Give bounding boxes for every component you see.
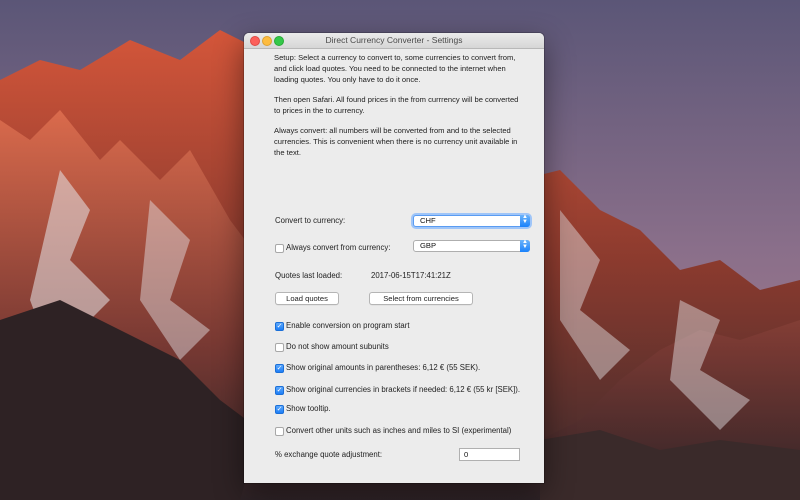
always-convert-label: Always convert from currency: — [286, 243, 391, 252]
always-convert-instructions: Always convert: all numbers will be conv… — [274, 126, 518, 157]
always-convert-currency-value: GBP — [420, 241, 437, 250]
option-checkbox-show-parentheses[interactable]: ✓ — [275, 364, 284, 373]
adjustment-input[interactable]: 0 — [459, 448, 520, 461]
always-convert-currency-select[interactable]: GBP ▲ ▼ — [413, 239, 530, 252]
option-label-show-parentheses: Show original amounts in parentheses: 6,… — [286, 363, 481, 372]
option-label-show-brackets: Show original currencies in brackets if … — [286, 385, 521, 394]
updown-chevron-icon: ▲ ▼ — [520, 239, 530, 252]
safari-instructions: Then open Safari. All found prices in th… — [274, 95, 519, 115]
setup-instructions: Setup: Select a currency to convert to, … — [274, 53, 516, 84]
select-from-currencies-button[interactable]: Select from currencies — [369, 292, 473, 305]
title-bar[interactable]: Direct Currency Converter - Settings — [244, 33, 544, 49]
convert-to-label: Convert to currency: — [275, 216, 346, 225]
updown-chevron-icon: ▲ ▼ — [520, 214, 530, 227]
quotes-last-loaded-value: 2017-06-15T17:41:21Z — [371, 271, 451, 280]
load-quotes-button[interactable]: Load quotes — [275, 292, 339, 305]
settings-content: Setup: Select a currency to convert to, … — [244, 49, 544, 483]
convert-to-currency-select[interactable]: CHF ▲ ▼ — [413, 214, 530, 227]
option-label-enable-on-start: Enable conversion on program start — [286, 321, 410, 330]
always-convert-checkbox[interactable] — [275, 244, 284, 253]
option-checkbox-show-brackets[interactable]: ✓ — [275, 386, 284, 395]
quotes-last-loaded-label: Quotes last loaded: — [275, 271, 343, 280]
option-checkbox-show-tooltip[interactable]: ✓ — [275, 405, 284, 414]
option-label-no-subunits: Do not show amount subunits — [286, 342, 389, 351]
option-label-show-tooltip: Show tooltip. — [286, 404, 331, 413]
option-checkbox-enable-on-start[interactable]: ✓ — [275, 322, 284, 331]
option-checkbox-no-subunits[interactable] — [275, 343, 284, 352]
option-label-convert-units: Convert other units such as inches and m… — [286, 426, 512, 435]
option-checkbox-convert-units[interactable] — [275, 427, 284, 436]
settings-window: Direct Currency Converter - Settings Set… — [244, 33, 544, 483]
adjustment-label: % exchange quote adjustment: — [275, 450, 383, 459]
convert-to-currency-value: CHF — [420, 216, 436, 225]
window-title: Direct Currency Converter - Settings — [325, 35, 463, 45]
